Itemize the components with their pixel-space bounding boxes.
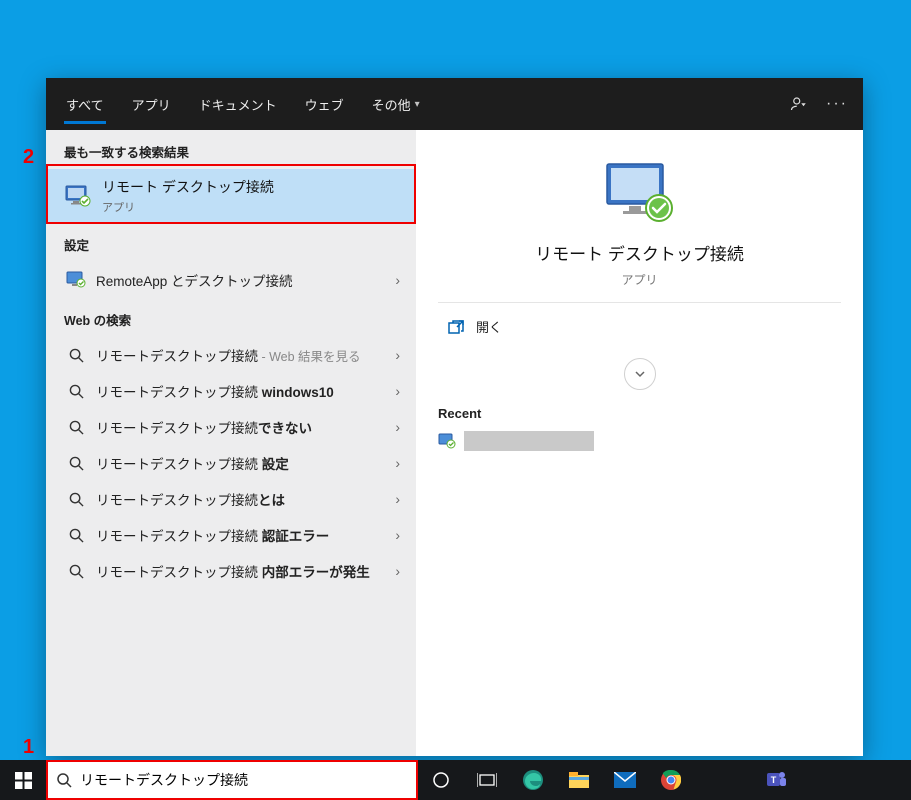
tab-web-label: ウェブ xyxy=(305,95,344,114)
open-icon xyxy=(444,320,468,334)
search-results-panel: すべて アプリ ドキュメント ウェブ その他 ▾ ··· 最も一致する検索結果 リ… xyxy=(46,78,863,756)
web-result-label: リモートデスクトップ接続 - Web 結果を見る xyxy=(90,345,391,365)
web-result[interactable]: リモートデスクトップ接続 設定› xyxy=(46,445,416,481)
web-result-label: リモートデスクトップ接続 設定 xyxy=(90,453,391,473)
chevron-right-icon: › xyxy=(391,347,404,363)
search-icon xyxy=(62,492,90,507)
web-result-label: リモートデスクトップ接続できない xyxy=(90,417,391,437)
chevron-right-icon: › xyxy=(391,419,404,435)
best-match-title: リモート デスクトップ接続 xyxy=(102,177,404,197)
taskbar-search-box[interactable] xyxy=(46,760,418,800)
web-result[interactable]: リモートデスクトップ接続 内部エラーが発生› xyxy=(46,553,416,589)
windows-logo-icon xyxy=(15,772,32,789)
annotation-2: 2 xyxy=(23,146,34,169)
taskbar-app-explorer[interactable] xyxy=(556,760,602,800)
tab-documents[interactable]: ドキュメント xyxy=(185,78,291,130)
annotation-1: 1 xyxy=(23,736,34,759)
svg-text:T: T xyxy=(771,775,777,785)
recent-header: Recent xyxy=(438,406,841,421)
remote-desktop-icon xyxy=(62,184,96,208)
settings-header: 設定 xyxy=(46,223,416,262)
remoteapp-icon xyxy=(62,271,90,289)
search-icon xyxy=(62,564,90,579)
recent-item[interactable] xyxy=(438,431,841,451)
taskbar-app-chrome[interactable] xyxy=(648,760,694,800)
taskbar-search-input[interactable] xyxy=(80,760,408,800)
tab-all-label: すべて xyxy=(66,95,104,114)
search-scope-tabs: すべて アプリ ドキュメント ウェブ その他 ▾ ··· xyxy=(46,78,863,130)
tab-more-label: その他 xyxy=(372,95,411,114)
detail-pane: リモート デスクトップ接続 アプリ 開く Recent xyxy=(416,130,863,756)
chevron-right-icon: › xyxy=(391,527,404,543)
feedback-icon[interactable] xyxy=(789,94,809,114)
tab-apps[interactable]: アプリ xyxy=(118,78,185,130)
search-icon xyxy=(62,348,90,363)
start-button[interactable] xyxy=(0,760,46,800)
open-action[interactable]: 開く xyxy=(438,303,841,350)
task-view-button[interactable] xyxy=(464,760,510,800)
best-match-sub: アプリ xyxy=(102,199,404,215)
web-search-header: Web の検索 xyxy=(46,298,416,337)
best-match-header: 最も一致する検索結果 xyxy=(46,130,416,169)
search-icon xyxy=(62,384,90,399)
open-label: 開く xyxy=(476,317,502,336)
results-list: 最も一致する検索結果 リモート デスクトップ接続 アプリ 設定 RemoteAp… xyxy=(46,130,416,756)
web-result-label: リモートデスクトップ接続 内部エラーが発生 xyxy=(90,561,391,581)
web-result[interactable]: リモートデスクトップ接続 windows10› xyxy=(46,373,416,409)
web-result[interactable]: リモートデスクトップ接続 認証エラー› xyxy=(46,517,416,553)
recent-item-icon xyxy=(438,433,456,449)
tab-documents-label: ドキュメント xyxy=(199,95,277,114)
best-match-result[interactable]: リモート デスクトップ接続 アプリ xyxy=(46,169,416,223)
web-result-label: リモートデスクトップ接続 windows10 xyxy=(90,381,391,401)
taskbar-app-edge[interactable] xyxy=(510,760,556,800)
chevron-right-icon: › xyxy=(391,491,404,507)
expand-toggle[interactable] xyxy=(624,358,656,390)
web-result-label: リモートデスクトップ接続 認証エラー xyxy=(90,525,391,545)
taskbar-app-mail[interactable] xyxy=(602,760,648,800)
search-icon xyxy=(62,528,90,543)
web-result[interactable]: リモートデスクトップ接続とは› xyxy=(46,481,416,517)
tab-all[interactable]: すべて xyxy=(52,78,118,130)
taskbar-app-teams[interactable]: T xyxy=(754,760,800,800)
chevron-down-icon: ▾ xyxy=(415,99,420,110)
cortana-button[interactable] xyxy=(418,760,464,800)
chevron-right-icon: › xyxy=(391,455,404,471)
chevron-right-icon: › xyxy=(391,383,404,399)
tab-web[interactable]: ウェブ xyxy=(291,78,358,130)
web-result[interactable]: リモートデスクトップ接続できない› xyxy=(46,409,416,445)
search-icon xyxy=(62,456,90,471)
tab-more[interactable]: その他 ▾ xyxy=(358,78,434,130)
web-result[interactable]: リモートデスクトップ接続 - Web 結果を見る› xyxy=(46,337,416,373)
tab-apps-label: アプリ xyxy=(132,95,171,114)
detail-sub: アプリ xyxy=(621,271,657,288)
chevron-right-icon: › xyxy=(391,272,404,288)
settings-result-remoteapp[interactable]: RemoteApp とデスクトップ接続 › xyxy=(46,262,416,298)
recent-item-redacted xyxy=(464,431,594,451)
web-result-label: リモートデスクトップ接続とは xyxy=(90,489,391,509)
detail-title: リモート デスクトップ接続 xyxy=(535,240,744,265)
detail-app-icon xyxy=(601,160,679,226)
settings-result-label: RemoteApp とデスクトップ接続 xyxy=(90,270,391,290)
chevron-right-icon: › xyxy=(391,563,404,579)
taskbar: T xyxy=(0,760,911,800)
more-options-icon[interactable]: ··· xyxy=(827,94,847,114)
search-icon xyxy=(62,420,90,435)
search-icon xyxy=(56,772,72,788)
